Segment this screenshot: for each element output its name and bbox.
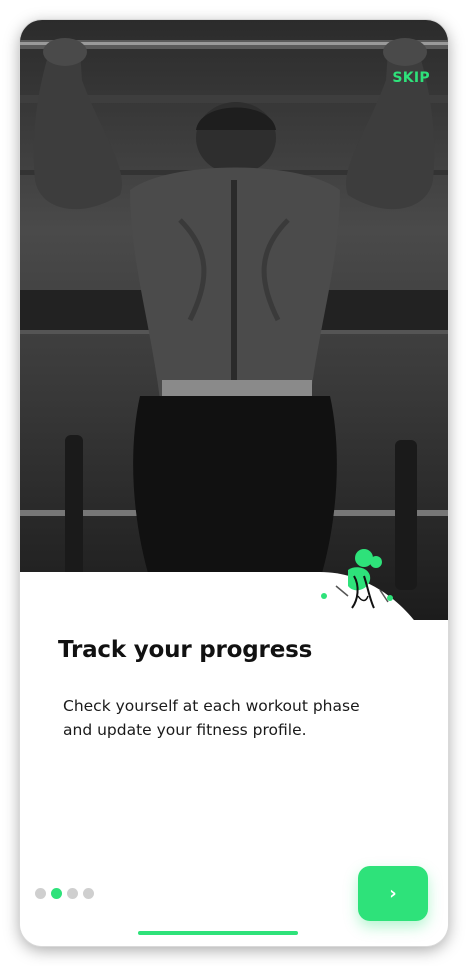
page-dot-2[interactable] [51, 888, 62, 899]
home-indicator [138, 931, 298, 935]
page-indicator [35, 888, 94, 899]
athlete-pullup-image [20, 38, 448, 595]
skip-button[interactable]: SKIP [392, 70, 430, 86]
page-dot-4[interactable] [83, 888, 94, 899]
chevron-right-icon: › [389, 883, 397, 904]
next-button[interactable]: › [358, 866, 428, 921]
page-description: Check yourself at each workout phase and… [63, 697, 360, 739]
phone-screen: SKIP Track your progress Check yourself … [20, 20, 448, 946]
hero-photo: SKIP [20, 20, 448, 620]
page-dot-3[interactable] [67, 888, 78, 899]
page-title: Track your progress [58, 637, 313, 663]
page-dot-1[interactable] [35, 888, 46, 899]
fitness-illustration-icon [318, 546, 398, 612]
